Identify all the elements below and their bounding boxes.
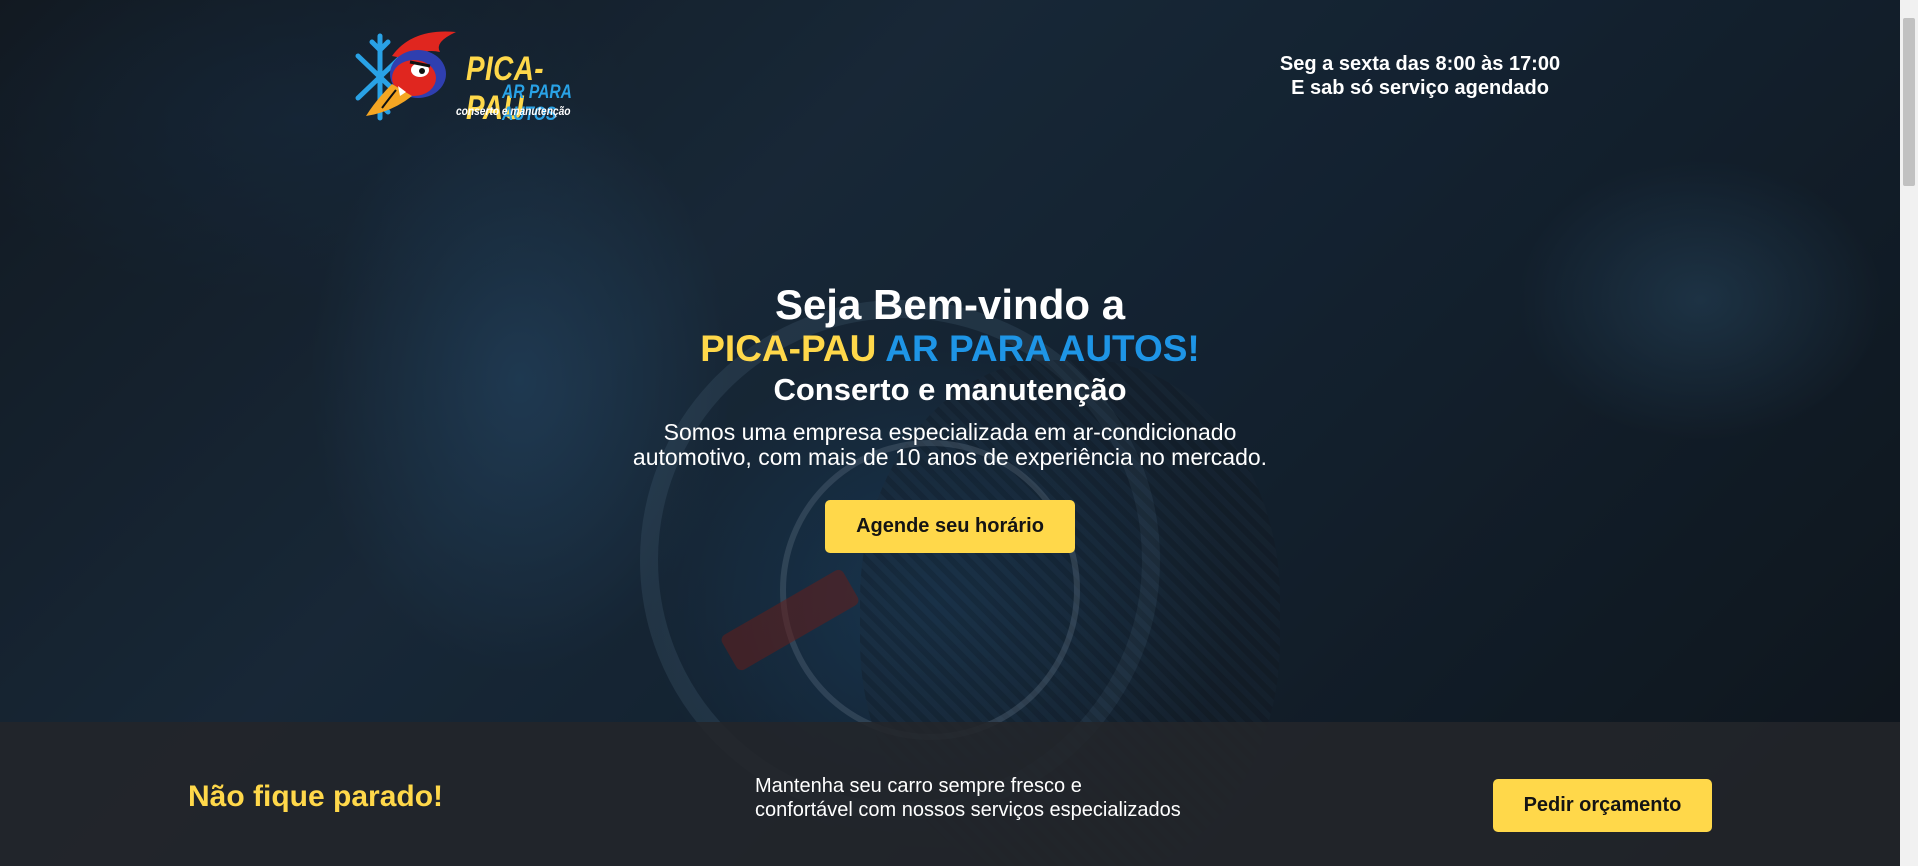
- hours-weekdays: Seg a sexta das 8:00 às 17:00: [1279, 53, 1561, 75]
- promo-text-line-2: confortável com nossos serviços especial…: [755, 799, 1181, 821]
- site-logo[interactable]: PICA-PAU AR PARA AUTOS conserto e manute…: [352, 22, 612, 127]
- hero-brand-tagline: AR PARA AUTOS!: [885, 328, 1200, 369]
- scrollbar-thumb[interactable]: [1903, 18, 1915, 186]
- hours-saturday: E sab só serviço agendado: [1291, 77, 1549, 99]
- page-scrollbar[interactable]: [1900, 0, 1918, 866]
- promo-bar: Não fique parado! Mantenha seu carro sem…: [0, 722, 1900, 866]
- hero-content: Seja Bem-vindo a PICA-PAU AR PARA AUTOS!…: [600, 282, 1300, 553]
- promo-text: Mantenha seu carro sempre fresco e confo…: [755, 774, 1205, 822]
- business-hours: Seg a sexta das 8:00 às 17:00 E sab só s…: [1230, 52, 1610, 100]
- woodpecker-mascot-icon: [355, 31, 456, 121]
- hero-welcome-heading: Seja Bem-vindo a: [774, 281, 1126, 328]
- hero-subtitle: Conserto e manutenção: [773, 372, 1127, 407]
- promo-text-line-1: Mantenha seu carro sempre fresco e: [755, 775, 1082, 797]
- hero-description: Somos uma empresa especializada em ar-co…: [632, 419, 1268, 470]
- hero-brand-heading: PICA-PAU AR PARA AUTOS!: [600, 328, 1300, 370]
- request-quote-button[interactable]: Pedir orçamento: [1493, 779, 1712, 832]
- hero-brand-name: PICA-PAU: [700, 328, 877, 369]
- schedule-appointment-button[interactable]: Agende seu horário: [825, 500, 1075, 553]
- promo-title: Não fique parado!: [188, 780, 444, 813]
- logo-tagline: conserto e manutenção: [456, 104, 571, 118]
- hero-section: PICA-PAU AR PARA AUTOS conserto e manute…: [0, 0, 1900, 866]
